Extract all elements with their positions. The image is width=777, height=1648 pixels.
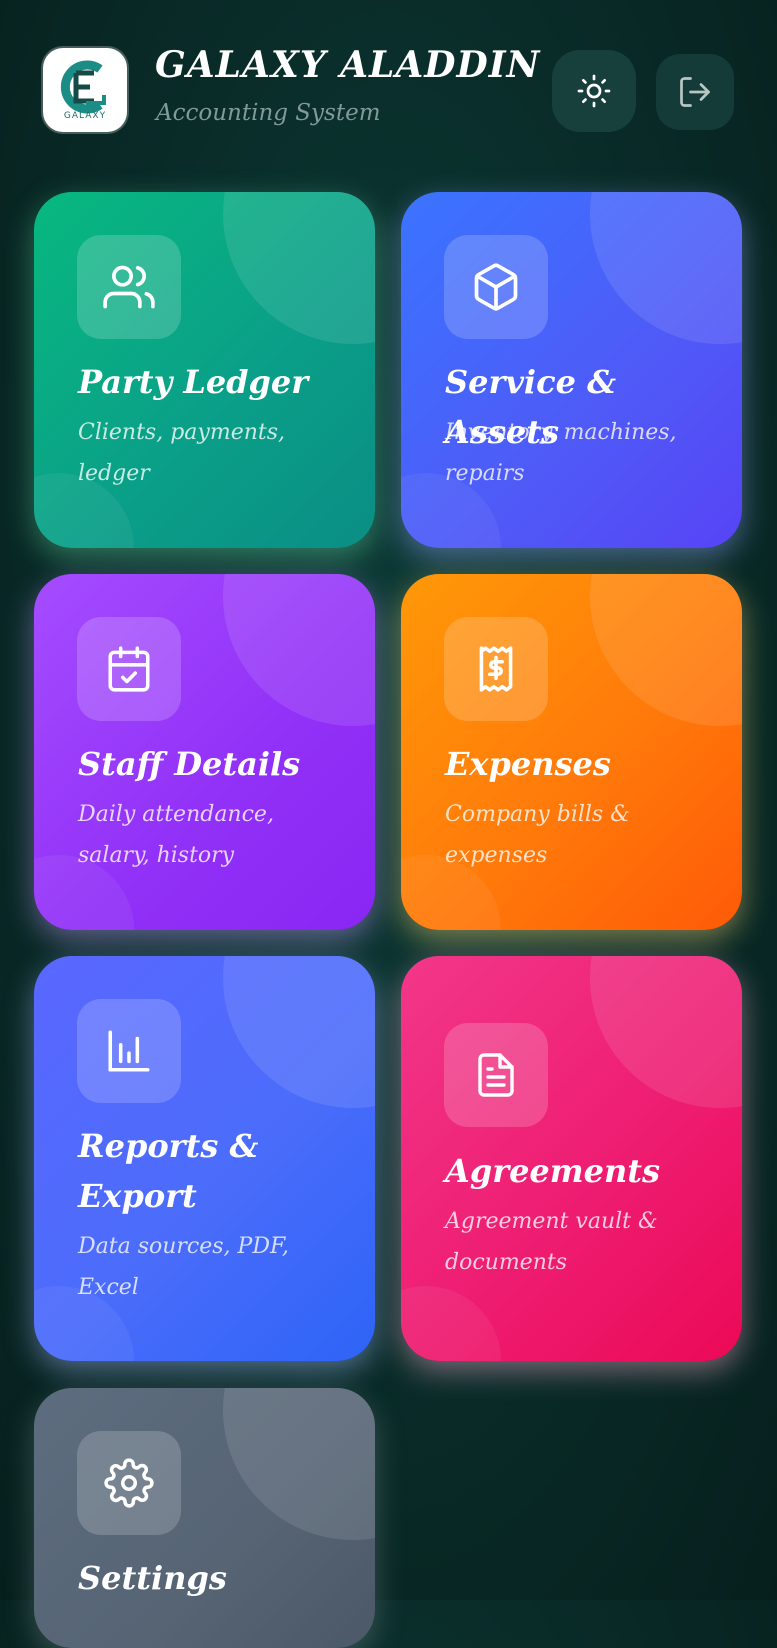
card-staff-details[interactable]: Staff Details Daily attendance, salary, … [34,574,375,930]
card-reports-export[interactable]: Reports & Export Data sources, PDF, Exce… [34,956,375,1361]
card-title: Agreements [445,1152,661,1190]
card-party-ledger[interactable]: Party Ledger Clients, payments, ledger [34,192,375,548]
document-icon [478,1053,514,1097]
card-title: Expenses [445,745,611,783]
galaxy-logo: GALAXY [43,48,127,132]
card-title: Settings [78,1559,227,1597]
card-icon-box [77,617,181,721]
card-expenses[interactable]: Expenses Company bills & expenses [401,574,742,930]
receipt-dollar-icon [479,646,513,692]
box-icon [474,263,518,311]
app-subtitle: Accounting System [156,100,381,126]
decorative-circle [223,1388,375,1540]
card-icon-box [77,1431,181,1535]
card-icon-box [77,235,181,339]
card-title: Staff Details [78,745,301,783]
card-icon-box [444,617,548,721]
app-title: GALAXY ALADDIN [155,44,541,86]
calendar-check-icon [108,646,150,692]
card-settings[interactable]: Settings [34,1388,375,1648]
decorative-circle [590,956,742,1108]
logo-text: GALAXY [63,111,107,121]
card-description: Data sources, PDF, Excel [78,1234,289,1300]
logout-icon [680,77,710,107]
gear-icon [104,1458,154,1508]
decorative-circle [223,192,375,344]
decorative-circle [223,956,375,1108]
decorative-circle [590,192,742,344]
card-icon-box [444,1023,548,1127]
decorative-circle [223,574,375,726]
decorative-circle [401,1286,501,1361]
logout-button[interactable] [656,54,734,130]
bar-chart-icon [108,1030,150,1072]
theme-toggle-button[interactable] [552,50,636,132]
card-description: Company bills & expenses [445,802,630,868]
users-icon [103,265,155,309]
card-service-assets[interactable]: Service & Assets Inventory, machines, re… [401,192,742,548]
card-description: Inventory, machines, repairs [445,420,677,486]
card-icon-box [444,235,548,339]
card-description: Daily attendance, salary, history [78,802,274,868]
card-description: Agreement vault & documents [445,1209,658,1275]
card-title: Party Ledger [78,363,309,401]
card-agreements[interactable]: Agreements Agreement vault & documents [401,956,742,1361]
galaxy-logo-icon [60,60,106,114]
card-title: Reports & Export [78,1127,259,1215]
app-header: GALAXY GALAXY ALADDIN Accounting System [0,0,777,170]
decorative-circle [590,574,742,726]
card-icon-box [77,999,181,1103]
sun-icon [577,74,611,108]
card-description: Clients, payments, ledger [78,420,286,486]
